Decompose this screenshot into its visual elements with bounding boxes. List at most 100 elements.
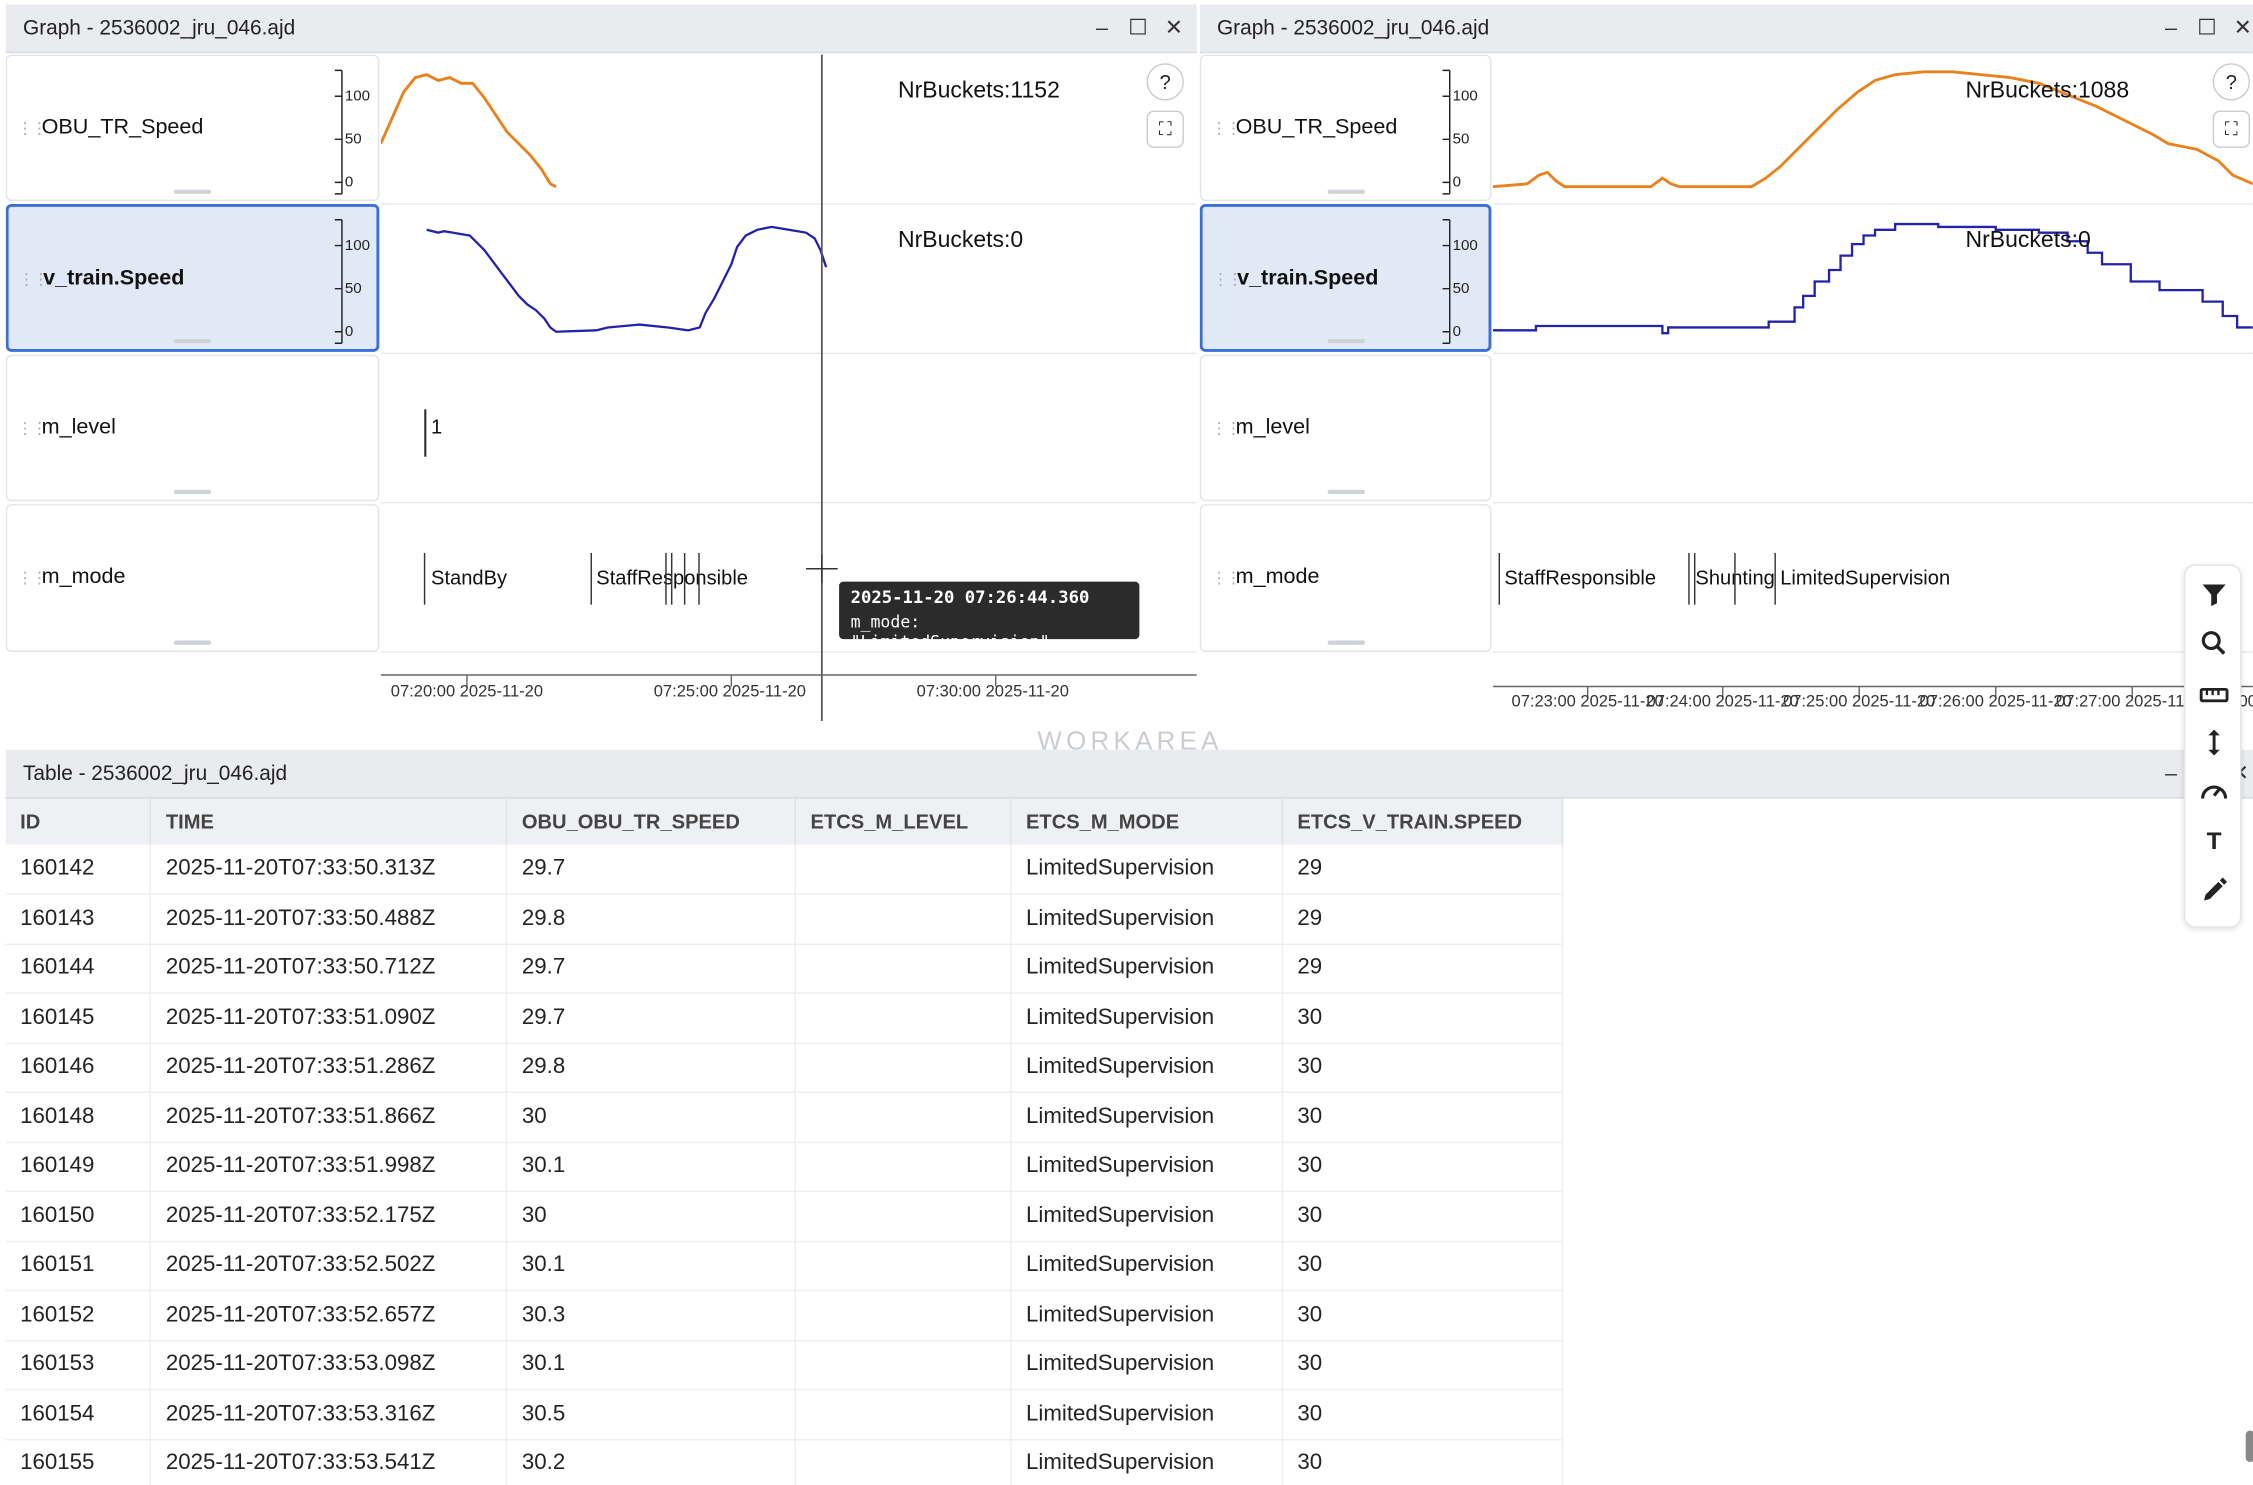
column-header-obu-speed[interactable]: OBU_OBU_TR_SPEED bbox=[506, 798, 797, 845]
row-resize-handle[interactable] bbox=[173, 338, 212, 344]
graph-right-row-m-mode[interactable]: ⋮⋮ m_mode bbox=[1199, 504, 1492, 653]
cell-v-train-speed: 30 bbox=[1282, 1141, 1564, 1193]
vertical-resize-icon[interactable] bbox=[2197, 725, 2231, 759]
cell-m-level bbox=[795, 1290, 1012, 1341]
help-button[interactable]: ? bbox=[2212, 63, 2251, 101]
table-minimize-button[interactable]: – bbox=[2155, 758, 2187, 790]
m-level-event-label: 1 bbox=[431, 415, 443, 439]
cell-time: 2025-11-20T07:33:51.998Z bbox=[150, 1141, 508, 1193]
cell-v-train-speed: 30 bbox=[1282, 993, 1564, 1044]
y-tick-label: 50 bbox=[1452, 280, 1470, 298]
table-row[interactable]: 160150 2025-11-20T07:33:52.175Z 30 LimitedS… bbox=[5, 1191, 1564, 1242]
table-scrollbar-thumb[interactable] bbox=[2245, 1430, 2253, 1463]
help-button[interactable]: ? bbox=[1146, 63, 1184, 101]
speedometer-icon[interactable] bbox=[2197, 774, 2231, 808]
fullscreen-button[interactable]: ⛶ bbox=[2212, 110, 2251, 148]
column-header-time[interactable]: TIME bbox=[150, 798, 508, 845]
table-row[interactable]: 160151 2025-11-20T07:33:52.502Z 30.1 Limite… bbox=[5, 1240, 1564, 1292]
row-label: m_level bbox=[41, 415, 116, 440]
text-icon[interactable]: T bbox=[2197, 824, 2231, 858]
pencil-icon[interactable] bbox=[2197, 873, 2231, 907]
v-train-speed-series bbox=[426, 225, 828, 333]
graph-left-row-m-mode[interactable]: ⋮⋮ m_mode bbox=[5, 504, 380, 653]
cell-obu-speed: 29.8 bbox=[506, 1042, 797, 1093]
cell-m-level bbox=[795, 1389, 1012, 1440]
graph-left-maximize-button[interactable]: ☐ bbox=[1122, 13, 1154, 45]
row-resize-handle[interactable] bbox=[1326, 640, 1365, 645]
table-row[interactable]: 160155 2025-11-20T07:33:53.541Z 30.2 Limite… bbox=[5, 1439, 1564, 1485]
cell-m-level bbox=[795, 1191, 1012, 1242]
m-mode-event-tick bbox=[698, 552, 700, 605]
ruler-icon[interactable] bbox=[2197, 678, 2231, 712]
graph-left-close-button[interactable]: ✕ bbox=[1158, 13, 1190, 45]
cell-time: 2025-11-20T07:33:50.313Z bbox=[150, 844, 508, 895]
table-row[interactable]: 160145 2025-11-20T07:33:51.090Z 29.7 Limite… bbox=[5, 993, 1564, 1044]
row-resize-handle[interactable] bbox=[1326, 338, 1365, 344]
graph-right-titlebar[interactable]: Graph - 2536002_jru_046.ajd – ☐ ✕ bbox=[1199, 4, 2253, 54]
graph-right-minimize-button[interactable]: – bbox=[2155, 13, 2187, 45]
table-row[interactable]: 160143 2025-11-20T07:33:50.488Z 29.8 Limite… bbox=[5, 894, 1564, 945]
graph-right-maximize-button[interactable]: ☐ bbox=[2191, 13, 2223, 45]
column-header-v-train-speed[interactable]: ETCS_V_TRAIN.SPEED bbox=[1282, 798, 1564, 845]
time-axis-label: 07:30:00 2025-11-20 bbox=[916, 683, 1069, 701]
table-row[interactable]: 160146 2025-11-20T07:33:51.286Z 29.8 Limite… bbox=[5, 1042, 1564, 1093]
cell-time: 2025-11-20T07:33:50.488Z bbox=[150, 894, 508, 945]
y-tick-label: 0 bbox=[344, 323, 354, 341]
table-row[interactable]: 160153 2025-11-20T07:33:53.098Z 30.1 Limite… bbox=[5, 1339, 1564, 1391]
m-mode-event-tick bbox=[683, 552, 686, 605]
hover-tooltip: 2025-11-20 07:26:44.360 m_mode: "Limited… bbox=[839, 581, 1140, 652]
row-resize-handle[interactable] bbox=[1326, 189, 1365, 194]
nr-buckets-label: NrBuckets:0 bbox=[898, 228, 1024, 253]
tooltip-time: 2025-11-20 07:26:44.360 bbox=[850, 587, 1090, 608]
column-header-m-mode[interactable]: ETCS_M_MODE bbox=[1010, 798, 1284, 845]
row-resize-handle[interactable] bbox=[173, 640, 212, 645]
row-resize-handle[interactable] bbox=[173, 189, 212, 194]
table-row[interactable]: 160148 2025-11-20T07:33:51.866Z 30 LimitedS… bbox=[5, 1092, 1564, 1143]
y-axis-obu-tr-speed: 100 50 0 bbox=[1415, 68, 1478, 197]
cell-time: 2025-11-20T07:33:50.712Z bbox=[150, 943, 508, 994]
cell-time: 2025-11-20T07:33:52.502Z bbox=[150, 1240, 508, 1292]
table-row[interactable]: 160154 2025-11-20T07:33:53.316Z 30.5 Limite… bbox=[5, 1389, 1564, 1440]
graph-left-row-m-level[interactable]: ⋮⋮ m_level bbox=[5, 354, 380, 502]
cell-time: 2025-11-20T07:33:52.657Z bbox=[150, 1290, 508, 1341]
graph-left-titlebar[interactable]: Graph - 2536002_jru_046.ajd – ☐ ✕ bbox=[5, 4, 1197, 54]
cell-m-mode: LimitedSupervision bbox=[1010, 993, 1284, 1044]
cell-time: 2025-11-20T07:33:51.286Z bbox=[150, 1042, 508, 1093]
table-row[interactable]: 160152 2025-11-20T07:33:52.657Z 30.3 Limite… bbox=[5, 1290, 1564, 1341]
row-resize-handle[interactable] bbox=[1326, 489, 1365, 495]
y-tick-label: 100 bbox=[1452, 236, 1478, 255]
table-titlebar[interactable]: Table - 2536002_jru_046.ajd – ✕ bbox=[5, 749, 2253, 799]
fullscreen-button[interactable]: ⛶ bbox=[1146, 110, 1184, 148]
table-body: 160142 2025-11-20T07:33:50.313Z 29.7 Limite… bbox=[5, 844, 1564, 1485]
table-row[interactable]: 160142 2025-11-20T07:33:50.313Z 29.7 Limite… bbox=[5, 844, 1564, 895]
column-header-id[interactable]: ID bbox=[5, 798, 152, 845]
m-mode-event-tick bbox=[1774, 552, 1776, 605]
workarea: Graph - 2536002_jru_046.ajd – ☐ ✕ ⋮⋮ OBU… bbox=[0, 0, 2253, 1485]
cell-time: 2025-11-20T07:33:53.316Z bbox=[150, 1389, 508, 1440]
row-label: m_mode bbox=[1235, 564, 1320, 589]
search-icon[interactable] bbox=[2197, 626, 2231, 660]
cell-m-level bbox=[795, 943, 1012, 994]
y-axis-obu-tr-speed: 100 50 0 bbox=[307, 68, 370, 197]
v-train-speed-series bbox=[1492, 222, 2253, 335]
obu-tr-speed-series bbox=[380, 73, 557, 188]
y-axis-v-train-speed: 100 50 0 bbox=[307, 217, 370, 346]
filter-icon[interactable] bbox=[2197, 577, 2231, 611]
graph-left-minimize-button[interactable]: – bbox=[1086, 13, 1118, 45]
row-label: v_train.Speed bbox=[43, 265, 185, 291]
nr-buckets-label: NrBuckets:1088 bbox=[1965, 78, 2130, 104]
table-row[interactable]: 160144 2025-11-20T07:33:50.712Z 29.7 Limite… bbox=[5, 943, 1564, 994]
graph-right-close-button[interactable]: ✕ bbox=[2227, 13, 2253, 45]
row-resize-handle[interactable] bbox=[173, 489, 212, 495]
graph-right-row-m-level[interactable]: ⋮⋮ m_level bbox=[1199, 354, 1492, 502]
graph-right-plot-area[interactable] bbox=[1492, 55, 2253, 731]
cell-v-train-speed: 30 bbox=[1282, 1240, 1564, 1292]
column-header-m-level[interactable]: ETCS_M_LEVEL bbox=[795, 798, 1012, 845]
cell-m-level bbox=[795, 1240, 1012, 1292]
graph-panel-left: Graph - 2536002_jru_046.ajd – ☐ ✕ ⋮⋮ OBU… bbox=[5, 4, 1197, 721]
table-header-row: ID TIME OBU_OBU_TR_SPEED ETCS_M_LEVEL ET… bbox=[5, 798, 1564, 845]
cell-m-level bbox=[795, 1141, 1012, 1193]
table-row[interactable]: 160149 2025-11-20T07:33:51.998Z 30.1 Limite… bbox=[5, 1141, 1564, 1193]
cell-obu-speed: 30.1 bbox=[506, 1240, 797, 1292]
cell-m-mode: LimitedSupervision bbox=[1010, 1092, 1284, 1143]
